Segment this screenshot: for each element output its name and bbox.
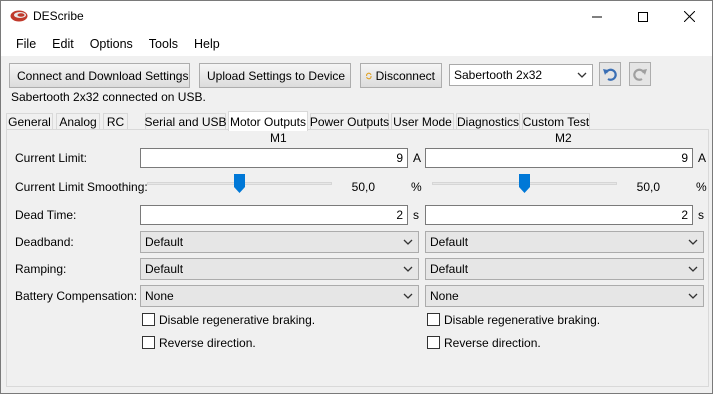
chevron-down-icon xyxy=(403,266,413,272)
m2-current-limit-unit: A xyxy=(698,151,707,165)
undo-icon xyxy=(603,68,617,81)
m2-battery-compensation-value: None xyxy=(430,289,459,303)
m2-reverse-checkbox[interactable] xyxy=(427,336,440,349)
m1-current-limit-unit: A xyxy=(413,151,422,165)
m2-current-limit-input[interactable]: 9 xyxy=(425,148,693,168)
chevron-down-icon xyxy=(688,293,698,299)
deadband-label: Deadband: xyxy=(15,235,74,249)
maximize-icon xyxy=(638,11,648,22)
redo-icon xyxy=(633,68,647,81)
app-logo-icon xyxy=(10,10,28,22)
tab-user-mode[interactable]: User Mode xyxy=(391,113,454,130)
disconnect-icon xyxy=(366,72,372,79)
m2-ramping-select[interactable]: Default xyxy=(425,258,704,280)
m2-disable-regen-checkbox[interactable] xyxy=(427,313,440,326)
upload-label: Upload Settings to Device xyxy=(207,68,346,83)
upload-button[interactable]: Upload Settings to Device xyxy=(199,63,351,88)
tab-custom-test[interactable]: Custom Test xyxy=(522,113,590,130)
m2-reverse-label[interactable]: Reverse direction. xyxy=(444,336,541,350)
menu-file[interactable]: File xyxy=(8,32,44,56)
tab-diagnostics[interactable]: Diagnostics xyxy=(456,113,520,130)
chevron-down-icon xyxy=(688,239,698,245)
m1-battery-compensation-value: None xyxy=(145,289,174,303)
m2-disable-regen-label[interactable]: Disable regenerative braking. xyxy=(444,313,600,327)
maximize-button[interactable] xyxy=(620,1,666,32)
close-icon xyxy=(683,11,695,22)
m1-current-limit-input[interactable]: 9 xyxy=(140,148,408,168)
menu-help[interactable]: Help xyxy=(186,32,228,56)
disconnect-label: Disconnect xyxy=(375,68,435,83)
chevron-down-icon xyxy=(577,72,587,78)
column-m2-header: M2 xyxy=(555,131,572,145)
m2-smoothing-unit: % xyxy=(696,180,707,194)
menu-edit[interactable]: Edit xyxy=(44,32,82,56)
battery-compensation-label: Battery Compensation: xyxy=(15,289,138,303)
m1-deadband-value: Default xyxy=(145,235,184,249)
tab-general[interactable]: General xyxy=(6,113,53,130)
tab-analog[interactable]: Analog xyxy=(56,113,100,130)
m1-disable-regen-checkbox[interactable] xyxy=(142,313,155,326)
undo-button[interactable] xyxy=(599,62,621,86)
menu-bar: File Edit Options Tools Help xyxy=(1,32,712,56)
current-limit-smoothing-label: Current Limit Smoothing: xyxy=(15,180,148,194)
device-select-value: Sabertooth 2x32 xyxy=(454,68,543,82)
tab-motor-outputs[interactable]: Motor Outputs xyxy=(228,111,308,131)
m1-smoothing-unit: % xyxy=(411,180,422,194)
connect-download-label: Connect and Download Settings xyxy=(17,68,189,83)
m2-ramping-value: Default xyxy=(430,262,469,276)
chevron-down-icon xyxy=(403,293,413,299)
m2-dead-time-unit: s xyxy=(698,208,704,222)
tab-power-outputs[interactable]: Power Outputs xyxy=(310,113,389,130)
chevron-down-icon xyxy=(688,266,698,272)
tab-rc[interactable]: RC xyxy=(103,113,128,130)
m2-smoothing-value: 50,0 xyxy=(636,180,660,194)
m1-dead-time-unit: s xyxy=(413,208,419,222)
m1-smoothing-slider-thumb[interactable] xyxy=(234,174,245,193)
menu-options[interactable]: Options xyxy=(82,32,141,56)
ramping-label: Ramping: xyxy=(15,262,67,276)
minimize-icon xyxy=(592,16,602,17)
m2-deadband-value: Default xyxy=(430,235,469,249)
tab-serial-usb[interactable]: Serial and USB xyxy=(144,113,227,130)
m2-battery-compensation-select[interactable]: None xyxy=(425,285,704,307)
window-title: DEScribe xyxy=(33,9,84,23)
connection-status: Sabertooth 2x32 connected on USB. xyxy=(11,90,206,104)
column-m1-header: M1 xyxy=(270,131,287,145)
app-window: DEScribe File Edit Options Tools Help Co… xyxy=(0,0,713,394)
m1-disable-regen-label[interactable]: Disable regenerative braking. xyxy=(159,313,315,327)
m2-dead-time-input[interactable]: 2 xyxy=(425,205,693,225)
m2-deadband-select[interactable]: Default xyxy=(425,231,704,253)
m1-deadband-select[interactable]: Default xyxy=(140,231,419,253)
m1-smoothing-value: 50,0 xyxy=(351,180,375,194)
title-bar: DEScribe xyxy=(1,1,712,32)
m1-reverse-label[interactable]: Reverse direction. xyxy=(159,336,256,350)
m1-battery-compensation-select[interactable]: None xyxy=(140,285,419,307)
m2-smoothing-slider-thumb[interactable] xyxy=(519,174,530,193)
minimize-button[interactable] xyxy=(574,1,620,32)
m1-reverse-checkbox[interactable] xyxy=(142,336,155,349)
m1-ramping-value: Default xyxy=(145,262,184,276)
current-limit-label: Current Limit: xyxy=(15,151,88,165)
close-button[interactable] xyxy=(666,1,712,32)
menu-tools[interactable]: Tools xyxy=(141,32,186,56)
m1-ramping-select[interactable]: Default xyxy=(140,258,419,280)
chevron-down-icon xyxy=(403,239,413,245)
motor-outputs-panel: M1 M2 Current Limit: Current Limit Smoot… xyxy=(6,129,709,387)
dead-time-label: Dead Time: xyxy=(15,208,77,222)
redo-button[interactable] xyxy=(629,62,651,86)
disconnect-button[interactable]: Disconnect xyxy=(360,63,442,88)
m1-dead-time-input[interactable]: 2 xyxy=(140,205,408,225)
device-select[interactable]: Sabertooth 2x32 xyxy=(449,64,593,86)
connect-download-button[interactable]: Connect and Download Settings xyxy=(9,63,190,88)
